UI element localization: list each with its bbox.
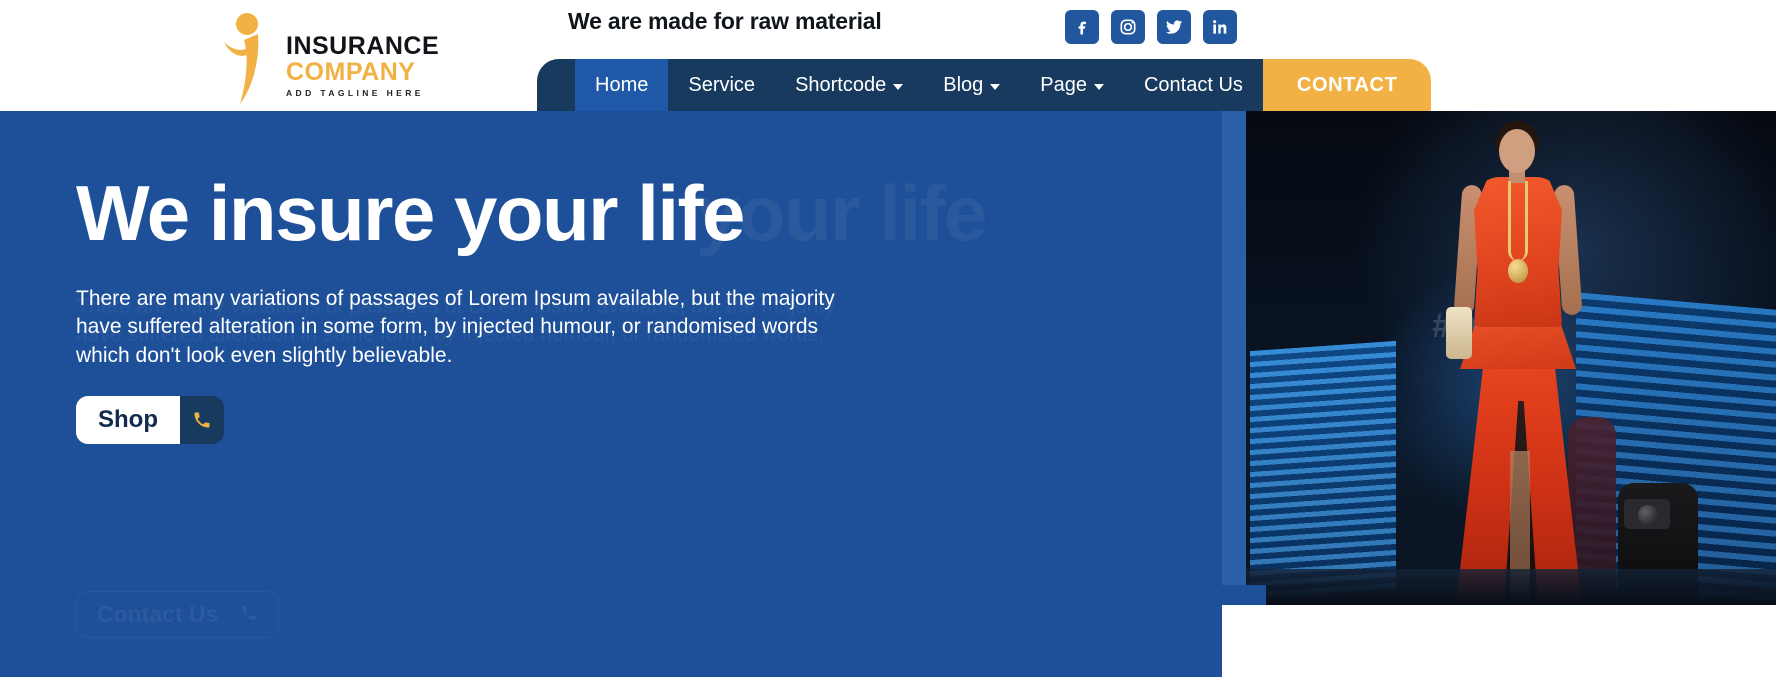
stage-screen-left [1250,340,1396,602]
nav-item-contact-us[interactable]: Contact Us [1124,59,1263,111]
ghost-contact-label: Contact Us [97,601,219,627]
hero-paragraph: There are many variations of passages of… [76,286,835,367]
chevron-down-icon [990,83,1001,90]
hero-carousel-image: #DSFW [1222,111,1776,605]
nav-items: Home Service Shortcode Blog Page Contact… [575,59,1263,111]
nav-label: Home [595,73,649,96]
nav-label: Blog [943,73,984,96]
hero-heading: We insure your life [76,169,745,257]
nav-item-page[interactable]: Page [1020,59,1124,111]
contact-cta-button[interactable]: CONTACT [1262,59,1432,111]
carousel-controls-bar [1222,605,1776,677]
nav-label: Contact Us [1143,73,1243,96]
nav-label: Shortcode [795,73,887,96]
logo-line-2: COMPANY [286,57,416,86]
image-left-edge [1222,111,1246,605]
hero-actions: Shop [76,395,866,444]
instagram-icon[interactable] [1111,10,1145,44]
nav-item-shortcode[interactable]: Shortcode [775,59,923,111]
ghost-contact-button: Contact Us [76,591,280,638]
model-necklace [1508,181,1528,261]
nav-item-home[interactable]: Home [575,59,669,111]
model-pendant [1508,259,1528,283]
nav-left-cap [537,59,575,111]
logo-line-1: INSURANCE [286,31,440,60]
phone-icon[interactable] [180,395,224,444]
chevron-down-icon [1093,83,1104,90]
person-figure-icon [218,4,276,106]
chevron-down-icon [893,83,904,90]
logo-tagline: ADD TAGLINE HERE [286,88,424,99]
site-logo[interactable]: INSURANCE COMPANY ADD TAGLINE HERE [218,4,439,106]
main-navigation: Home Service Shortcode Blog Page Contact… [537,59,1432,111]
runway-floor [1246,569,1776,605]
nav-item-service[interactable]: Service [668,59,775,111]
model-head [1499,129,1535,173]
header-tagline: We are made for raw material [568,8,882,34]
twitter-icon[interactable] [1157,10,1191,44]
linkedin-icon[interactable] [1203,10,1237,44]
hero-copy: your life We insure your life There are … [76,169,987,444]
camera-lens-icon [1638,505,1658,525]
phone-icon [240,601,258,628]
nav-label: Service [688,73,756,96]
shop-button[interactable]: Shop [76,395,180,444]
nav-label: Page [1040,73,1087,96]
runway-photo: #DSFW [1246,111,1776,605]
nav-item-blog[interactable]: Blog [923,59,1020,111]
social-links [1065,10,1237,44]
model-clutch [1446,307,1472,359]
facebook-icon[interactable] [1065,10,1099,44]
